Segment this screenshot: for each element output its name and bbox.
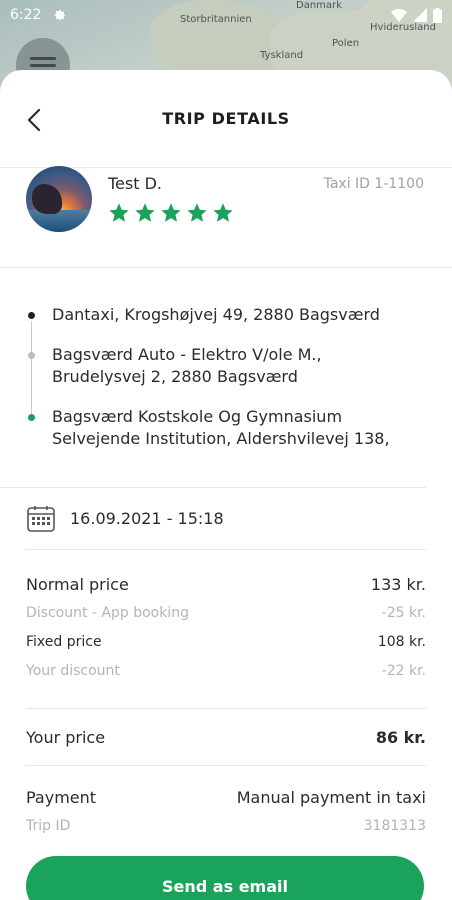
trip-details-sheet: TRIP DETAILS Test D. Taxi ID 1-1100 Dant… [0,70,452,900]
your-discount-label: Your discount [26,663,120,679]
page-title: TRIP DETAILS [162,109,290,128]
status-icons [391,7,442,23]
stop-address-line: Bagsværd Kostskole Og Gymnasium [52,407,343,426]
battery-icon [433,7,442,23]
taxi-id: Taxi ID 1-1100 [323,176,424,192]
route-stop-destination: Bagsværd Kostskole Og Gymnasium Selvejen… [28,406,400,450]
menu-icon [30,56,56,60]
star-icon [187,203,207,222]
stop-address-line: Dantaxi, Krogshøjvej 49, 2880 Bagsværd [52,305,380,324]
map-label-tyskland: Tyskland [260,50,304,61]
trip-id-row: Trip ID 3181313 [26,812,426,840]
payment-row: Payment Manual payment in taxi [26,782,426,812]
app-discount-label: Discount - App booking [26,605,189,621]
your-discount-value: -22 kr. [381,663,426,679]
status-time: 6:22 [10,7,42,23]
star-icon [135,203,155,222]
stop-address-line: Brudelysvej 2, 2880 Bagsværd [52,367,298,386]
star-icon [161,203,181,222]
calendar-icon [27,505,55,532]
chevron-left-icon [27,108,41,132]
destination-dot-icon [28,414,35,421]
map-label-polen: Polen [332,38,360,49]
payment-value: Manual payment in taxi [236,787,426,807]
app-discount-row: Discount - App booking -25 kr. [26,598,426,628]
route-stop-via: Bagsværd Auto - Elektro V/ole M., Brudel… [28,344,400,388]
your-price-row: Your price 86 kr. [26,708,426,766]
your-discount-row: Your discount -22 kr. [26,656,426,686]
status-bar: 6:22 [0,0,452,30]
price-breakdown: Normal price 133 kr. Discount - App book… [0,550,452,708]
driver-info: Test D. Taxi ID 1-1100 [0,166,452,268]
back-button[interactable] [20,106,48,134]
rating-stars [108,202,234,224]
fixed-price-label: Fixed price [26,634,102,650]
star-icon [213,203,233,222]
driver-name: Test D. [108,174,162,193]
trip-id-label: Trip ID [26,818,71,834]
pickup-dot-icon [28,312,35,319]
route: Dantaxi, Krogshøjvej 49, 2880 Bagsværd B… [0,268,426,488]
trip-id-value: 3181313 [363,818,426,834]
gear-icon [55,9,66,21]
fixed-price-value: 108 kr. [377,634,426,650]
normal-price-row: Normal price 133 kr. [26,570,426,598]
payment-info: Payment Manual payment in taxi Trip ID 3… [0,766,452,840]
wifi-icon [391,8,407,22]
normal-price-label: Normal price [26,574,129,594]
menu-icon [30,63,56,67]
payment-label: Payment [26,787,97,807]
via-dot-icon [28,352,35,359]
signal-icon [413,8,427,22]
avatar [26,166,92,232]
send-email-button[interactable]: Send as email [26,856,424,900]
star-icon [109,203,129,222]
app-discount-value: -25 kr. [381,605,426,621]
stop-address-line: Selvejende Institution, Aldershvilevej 1… [52,429,390,448]
your-price-value: 86 kr. [375,727,426,747]
stop-address-line: Bagsværd Auto - Elektro V/ole M., [52,345,322,364]
route-line [31,321,32,417]
trip-datetime: 16.09.2021 - 15:18 [26,488,426,550]
route-stop-pickup: Dantaxi, Krogshøjvej 49, 2880 Bagsværd [28,304,400,326]
trip-date-text: 16.09.2021 - 15:18 [70,509,224,528]
normal-price-value: 133 kr. [370,574,426,594]
your-price-label: Your price [26,727,106,747]
fixed-price-row: Fixed price 108 kr. [26,628,426,656]
header: TRIP DETAILS [0,70,452,168]
